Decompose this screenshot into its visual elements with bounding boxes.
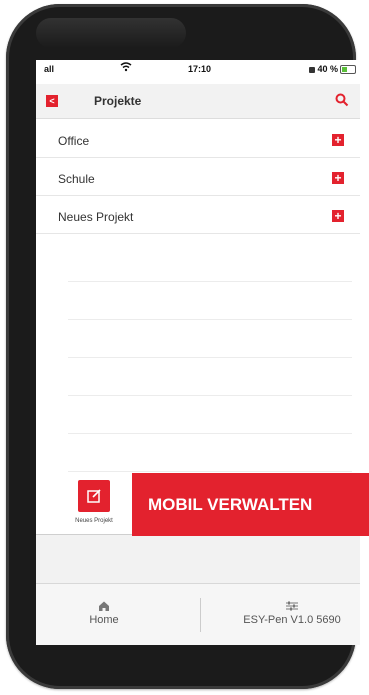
new-project-tile[interactable]: Neues Projekt <box>58 480 130 524</box>
battery-icon <box>340 65 356 75</box>
add-to-project-button[interactable]: + <box>332 210 344 222</box>
new-project-button[interactable] <box>78 480 110 512</box>
project-list: Office + Schule + Neues Projekt + <box>36 120 360 234</box>
promo-banner: MOBIL VERWALTEN <box>132 473 369 536</box>
tab-device[interactable]: ESY-Pen V1.0 5690 <box>222 600 360 626</box>
wifi-icon <box>120 62 132 75</box>
tab-home[interactable]: Home <box>74 600 134 626</box>
app-header: < Projekte <box>36 84 360 119</box>
battery-status: 40 % <box>309 64 356 75</box>
home-icon <box>99 601 109 611</box>
search-icon[interactable] <box>334 92 350 108</box>
rotation-lock-icon <box>309 66 316 73</box>
status-bar: all 17:10 40 % <box>36 60 360 80</box>
settings-sliders-icon <box>286 601 298 611</box>
edit-icon <box>87 489 101 503</box>
new-project-label: Neues Projekt <box>75 518 113 524</box>
empty-row-divider <box>68 357 352 358</box>
empty-band <box>36 535 360 583</box>
project-name: Office <box>58 134 90 148</box>
signal-indicator: all <box>44 64 55 74</box>
add-to-project-button[interactable]: + <box>332 172 344 184</box>
tab-device-label: ESY-Pen V1.0 5690 <box>243 614 341 626</box>
tab-separator <box>200 598 201 632</box>
tab-home-label: Home <box>89 614 119 626</box>
phone-glare <box>36 18 186 48</box>
project-name: Schule <box>58 172 95 186</box>
app-screen: all 17:10 40 % < Projekte Office + Schul… <box>36 60 360 645</box>
empty-row-divider <box>68 433 352 434</box>
empty-row-divider <box>68 281 352 282</box>
battery-percent: 40 % <box>317 64 338 74</box>
page-title: Projekte <box>94 94 142 108</box>
project-row-neues-projekt[interactable]: Neues Projekt + <box>36 196 360 234</box>
add-to-project-button[interactable]: + <box>332 134 344 146</box>
tab-bar: Home ESY-Pen V1.0 5690 <box>36 583 360 645</box>
back-button[interactable]: < <box>46 95 58 107</box>
empty-row-divider <box>68 395 352 396</box>
project-name: Neues Projekt <box>58 210 134 224</box>
empty-row-divider <box>68 319 352 320</box>
project-row-office[interactable]: Office + <box>36 120 360 158</box>
project-row-schule[interactable]: Schule + <box>36 158 360 196</box>
empty-row-divider <box>68 471 352 472</box>
status-time: 17:10 <box>188 64 212 74</box>
